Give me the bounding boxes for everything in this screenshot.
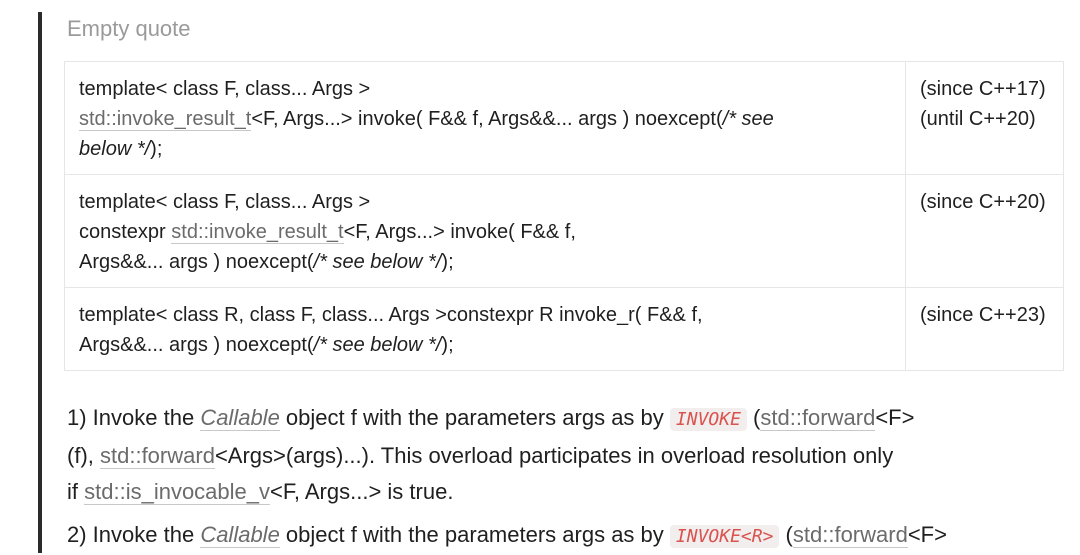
sig-comment: below */: [79, 138, 151, 160]
para-text: <Args>(args)...). This overload particip…: [214, 443, 894, 468]
sig-line: Args&&... args ) noexcept(/* see below *…: [79, 330, 891, 360]
quote-placeholder[interactable]: Empty quote: [67, 16, 191, 42]
sig-text: );: [150, 138, 163, 160]
para-line: 1) Invoke the Callable object f with the…: [67, 400, 1047, 438]
sig-text: );: [441, 251, 454, 273]
para-text: (f),: [67, 443, 100, 468]
sig-comment: /* see below */: [313, 251, 442, 273]
sig-comment: /* see: [722, 108, 774, 130]
para-text: <F>: [875, 405, 915, 430]
description-paragraph-2: 2) Invoke the Callable object f with the…: [67, 517, 1047, 555]
std-forward-link[interactable]: std::forward: [792, 522, 908, 548]
invoke-code: INVOKE: [669, 408, 747, 431]
sig-text: <F, Args...> invoke( F&& f,: [343, 221, 576, 243]
para-text: 2) Invoke the: [67, 522, 201, 547]
sig-comment: /* see below */: [313, 334, 442, 356]
invoke-result-link[interactable]: std::invoke_result_t: [171, 221, 344, 244]
version-cell: (since C++20): [905, 174, 1064, 288]
invoke-result-link[interactable]: std::invoke_result_t: [79, 108, 252, 131]
invoke-r-code: INVOKE<R>: [669, 525, 780, 548]
para-text: if: [67, 479, 85, 504]
para-text: <F, Args...> is true.: [270, 479, 454, 504]
table-row: template< class R, class F, class... Arg…: [64, 287, 1064, 371]
blockquote-bar: [38, 12, 42, 553]
std-forward-link[interactable]: std::forward: [760, 405, 876, 431]
para-text: object f with the parameters args as by: [279, 405, 670, 430]
sig-text: <F, Args...> invoke( F&& f, Args&&... ar…: [251, 108, 723, 130]
para-text: object f with the parameters args as by: [279, 522, 670, 547]
version-cell: (since C++17) (until C++20): [905, 61, 1064, 175]
sig-line: template< class R, class F, class... Arg…: [79, 304, 703, 326]
sig-line: constexpr std::invoke_result_t<F, Args..…: [79, 217, 891, 247]
is-invocable-link[interactable]: std::is_invocable_v: [84, 479, 271, 505]
para-line: (f), std::forward<Args>(args)...). This …: [67, 438, 1047, 474]
sig-line: below */);: [79, 134, 891, 164]
signature-cell: template< class F, class... Args > const…: [64, 174, 906, 288]
sig-text: Args&&... args ) noexcept(: [79, 251, 314, 273]
para-text: 1) Invoke the: [67, 405, 201, 430]
signature-cell: template< class R, class F, class... Arg…: [64, 287, 906, 371]
sig-text: );: [441, 334, 454, 356]
para-text: (: [746, 405, 761, 430]
para-text: (: [779, 522, 793, 547]
sig-line: std::invoke_result_t<F, Args...> invoke(…: [79, 104, 891, 134]
description-paragraph-1: 1) Invoke the Callable object f with the…: [67, 400, 1047, 510]
para-line: if std::is_invocable_v<F, Args...> is tr…: [67, 474, 1047, 510]
version-cell: (since C++23): [905, 287, 1064, 371]
table-row: template< class F, class... Args > const…: [64, 174, 1064, 288]
sig-text: Args&&... args ) noexcept(: [79, 334, 314, 356]
declaration-table: template< class F, class... Args > std::…: [64, 61, 1064, 371]
para-text: <F>: [907, 522, 947, 547]
table-row: template< class F, class... Args > std::…: [64, 61, 1064, 175]
std-forward-link[interactable]: std::forward: [100, 443, 215, 469]
sig-line: template< class F, class... Args >: [79, 191, 371, 213]
sig-line: template< class F, class... Args >: [79, 78, 371, 100]
signature-cell: template< class F, class... Args > std::…: [64, 61, 906, 175]
callable-link[interactable]: Callable: [200, 405, 280, 431]
callable-link[interactable]: Callable: [200, 522, 280, 548]
sig-text: constexpr: [79, 221, 172, 243]
para-line: 2) Invoke the Callable object f with the…: [67, 517, 1047, 555]
sig-line: Args&&... args ) noexcept(/* see below *…: [79, 247, 891, 277]
